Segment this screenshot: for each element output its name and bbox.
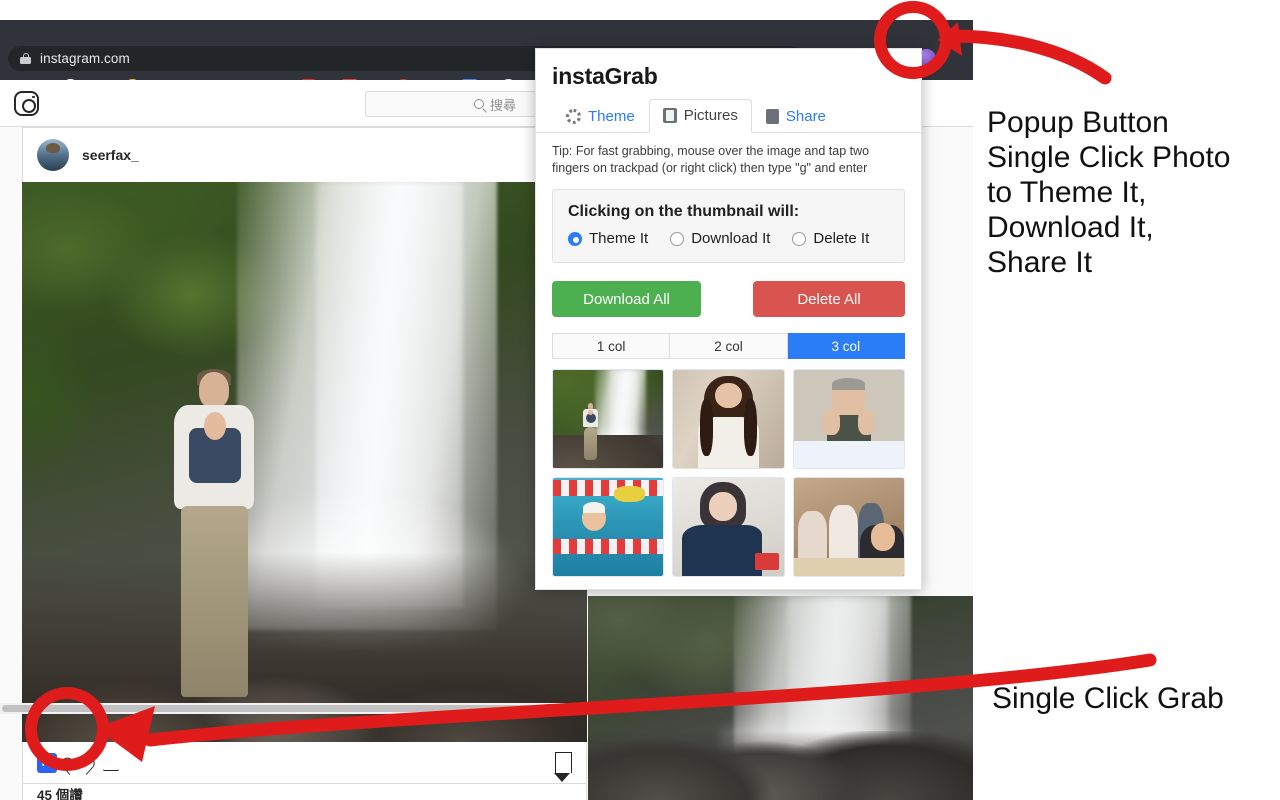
instagrab-grab-button[interactable]: iG xyxy=(37,752,57,773)
thumbnail-young-woman-selfie[interactable] xyxy=(672,477,785,577)
thumbnail-action-group: Clicking on the thumbnail will: Theme It… xyxy=(552,189,905,263)
thumbnail-waterfall-man-baby[interactable] xyxy=(552,369,665,469)
radio-group-heading: Clicking on the thumbnail will: xyxy=(568,203,800,220)
column-3-button[interactable]: 3 col xyxy=(787,333,905,359)
tab-label: Theme xyxy=(588,107,635,125)
column-1-button[interactable]: 1 col xyxy=(552,333,671,359)
column-2-button[interactable]: 2 col xyxy=(670,333,788,359)
radio-dot[interactable] xyxy=(792,231,807,246)
tab-label: Pictures xyxy=(683,107,738,124)
radio-theme-it[interactable]: Theme It xyxy=(568,230,648,247)
tab-label: Share xyxy=(785,107,826,125)
avatar[interactable] xyxy=(37,139,69,171)
post-image[interactable] xyxy=(22,182,587,742)
tab-theme[interactable]: Theme xyxy=(552,99,649,133)
radio-dot-selected[interactable] xyxy=(568,231,582,246)
search-placeholder: 搜尋 xyxy=(489,97,516,113)
pictures-icon xyxy=(662,108,677,123)
gear-icon xyxy=(566,108,581,124)
thumbnail-swimmer-pool[interactable] xyxy=(552,477,665,577)
instagrab-popup: instaGrab Theme Pictures Share Tip: For … xyxy=(535,48,922,590)
radio-dot[interactable] xyxy=(670,231,685,246)
bookmark-icon[interactable] xyxy=(554,752,572,785)
post-header: seerfax_ xyxy=(22,127,587,182)
radio-label: Delete It xyxy=(813,230,870,247)
thumbnail-older-man-glasses[interactable] xyxy=(792,369,905,469)
annotation-line: Popup Button xyxy=(987,106,1169,139)
annotation-arrow-top xyxy=(945,29,1112,85)
waterfall-photo xyxy=(22,182,587,742)
bulk-actions: Download All Delete All xyxy=(536,263,921,317)
delete-all-button[interactable]: Delete All xyxy=(753,281,905,317)
thumbnail-woman-long-hair[interactable] xyxy=(672,369,785,469)
radio-label: Theme It xyxy=(589,230,649,247)
column-selector: 1 col 2 col 3 col xyxy=(552,333,905,359)
heart-icon[interactable] xyxy=(67,753,88,772)
comment-icon[interactable] xyxy=(102,755,120,771)
instagram-logo-icon[interactable] xyxy=(14,91,39,116)
screenshot-root: instagram.com ☆ iG lonnie 🌐 3000 ● 𝔸 Ud xyxy=(0,0,1280,800)
radio-delete-it[interactable]: Delete It xyxy=(792,230,869,247)
thumbnail-grid xyxy=(536,359,921,589)
tab-pictures[interactable]: Pictures xyxy=(648,99,752,133)
waterfall-photo-crop xyxy=(588,596,973,800)
annotation-line: to Theme It, xyxy=(987,176,1147,209)
popup-tabs: Theme Pictures Share xyxy=(536,98,921,133)
popup-tip-text: Tip: For fast grabbing, mouse over the i… xyxy=(552,144,870,175)
post-actions: iG xyxy=(22,742,587,785)
search-icon xyxy=(473,99,484,109)
post-likes: 45 個讚 xyxy=(22,784,587,800)
radio-label: Download It xyxy=(691,230,771,247)
download-all-button[interactable]: Download All xyxy=(552,281,701,317)
annotation-line: Share It xyxy=(987,246,1093,279)
page-background-image-crop xyxy=(588,596,973,800)
popup-title: instaGrab xyxy=(552,63,658,89)
instagram-post: seerfax_ iG 45 個讚 查看全部 3 則留言 xyxy=(22,127,587,800)
thumbnail-group-dinner[interactable] xyxy=(792,477,905,577)
annotation-line: Single Click Photo xyxy=(987,141,1231,174)
post-username[interactable]: seerfax_ xyxy=(82,147,139,163)
tab-share[interactable]: Share xyxy=(752,99,840,133)
annotation-text-popup: Popup Button Single Click Photo to Theme… xyxy=(987,105,1277,280)
share-icon xyxy=(765,108,779,124)
annotation-text-grab: Single Click Grab xyxy=(992,682,1224,715)
radio-download-it[interactable]: Download It xyxy=(670,230,770,247)
url-text: instagram.com xyxy=(40,51,130,66)
lock-icon xyxy=(20,53,31,64)
annotation-line: Download It, xyxy=(987,211,1154,244)
